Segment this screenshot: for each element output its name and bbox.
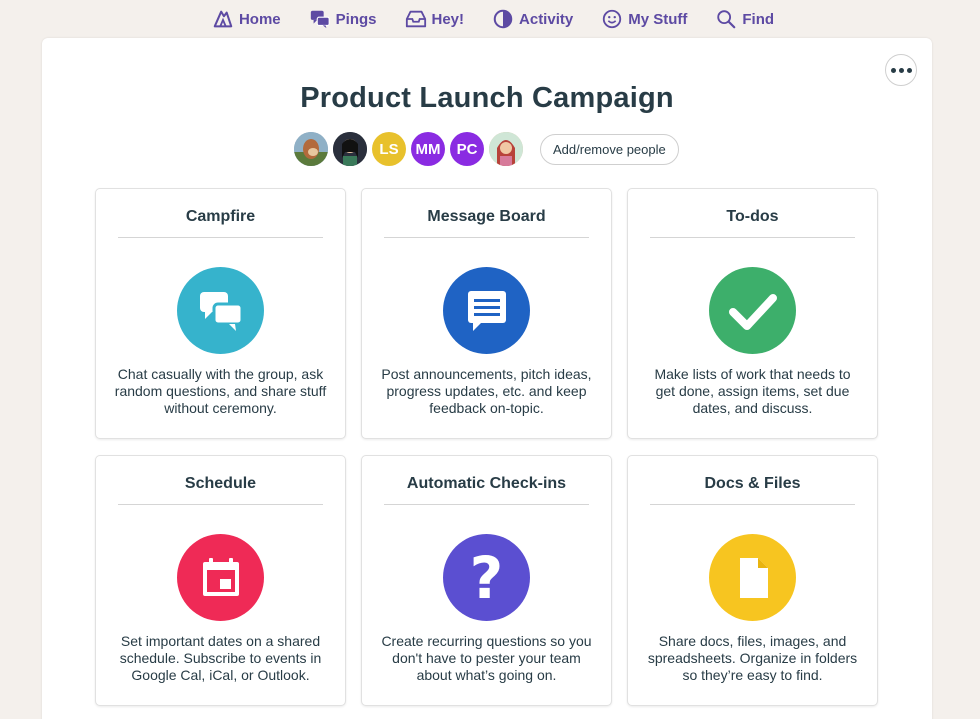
card-title: Docs & Files bbox=[704, 475, 801, 492]
nav-find-label: Find bbox=[742, 10, 775, 28]
page-title: Product Launch Campaign bbox=[300, 82, 674, 114]
avatar[interactable] bbox=[489, 132, 523, 166]
tool-card-to-dos[interactable]: To-dos Make lists of work that needs to … bbox=[627, 188, 878, 439]
smiley-icon bbox=[603, 9, 622, 29]
tool-card-schedule[interactable]: Schedule Set important dates on a shared… bbox=[95, 455, 346, 706]
card-title: Automatic Check-ins bbox=[406, 475, 567, 492]
card-description: Share docs, files, images, and spreadshe… bbox=[647, 633, 858, 683]
question-mark-icon: ? bbox=[443, 534, 530, 621]
avatar[interactable] bbox=[294, 132, 328, 166]
divider bbox=[650, 504, 855, 505]
add-remove-people-button[interactable]: Add/remove people bbox=[540, 133, 679, 165]
ellipsis-icon bbox=[890, 67, 896, 73]
calendar-icon bbox=[177, 534, 264, 621]
avatar-photo bbox=[294, 132, 328, 166]
inbox-icon bbox=[405, 10, 426, 28]
document-icon bbox=[709, 534, 796, 621]
tool-card-automatic-check-ins[interactable]: Automatic Check-ins ? Create recurring q… bbox=[361, 455, 612, 706]
card-title: Campfire bbox=[185, 208, 256, 225]
nav-pings[interactable]: Pings bbox=[309, 8, 377, 30]
nav-hey-label: Hey! bbox=[431, 10, 465, 28]
nav-my-stuff[interactable]: My Stuff bbox=[601, 8, 687, 30]
divider bbox=[384, 237, 589, 238]
nav-home-label: Home bbox=[238, 10, 281, 28]
divider bbox=[118, 504, 323, 505]
message-icon bbox=[443, 267, 530, 354]
nav-activity-label: Activity bbox=[519, 10, 574, 28]
avatar[interactable] bbox=[333, 132, 367, 166]
card-title: Message Board bbox=[427, 208, 546, 225]
nav-pings-label: Pings bbox=[335, 10, 377, 28]
tool-card-campfire[interactable]: Campfire Chat casually with the group, a… bbox=[95, 188, 346, 439]
divider bbox=[650, 237, 855, 238]
tool-card-message-board[interactable]: Message Board Post announcements, pitch … bbox=[361, 188, 612, 439]
search-icon bbox=[717, 10, 736, 29]
nav-find[interactable]: Find bbox=[715, 8, 774, 30]
avatar-photo bbox=[489, 132, 523, 166]
nav-activity[interactable]: Activity bbox=[492, 8, 573, 30]
divider bbox=[118, 237, 323, 238]
card-title: Schedule bbox=[184, 475, 257, 492]
card-description: Make lists of work that needs to get don… bbox=[654, 366, 851, 416]
avatar-initials: LS bbox=[379, 140, 399, 158]
nav-home[interactable]: Home bbox=[212, 8, 281, 30]
project-panel: Product Launch Campaign LS MM PC Add/rem… bbox=[42, 38, 932, 719]
avatar-photo bbox=[333, 132, 367, 166]
tool-card-docs-files[interactable]: Docs & Files Share docs, files, images, … bbox=[627, 455, 878, 706]
avatar-initials: MM bbox=[415, 140, 441, 158]
avatar[interactable]: MM bbox=[411, 132, 445, 166]
people-list: LS MM PC Add/remove people bbox=[294, 131, 679, 167]
checkmark-icon bbox=[709, 267, 796, 354]
card-description: Set important dates on a shared schedule… bbox=[119, 633, 322, 683]
card-description: Chat casually with the group, ask random… bbox=[114, 366, 327, 416]
avatar-initials: PC bbox=[456, 140, 478, 158]
home-icon bbox=[213, 10, 233, 28]
avatar[interactable]: LS bbox=[372, 132, 406, 166]
card-title: To-dos bbox=[726, 208, 779, 225]
divider bbox=[384, 504, 589, 505]
pings-icon bbox=[310, 10, 330, 29]
top-nav: Home Pings Hey! Activity My Stuff Find bbox=[0, 0, 980, 38]
card-description: Post announcements, pitch ideas, progres… bbox=[381, 366, 592, 416]
nav-hey[interactable]: Hey! bbox=[405, 8, 465, 30]
avatar[interactable]: PC bbox=[450, 132, 484, 166]
chat-bubbles-icon bbox=[177, 267, 264, 354]
card-description: Create recurring questions so you don't … bbox=[381, 633, 592, 683]
nav-my-stuff-label: My Stuff bbox=[628, 10, 688, 28]
activity-icon bbox=[493, 9, 513, 29]
